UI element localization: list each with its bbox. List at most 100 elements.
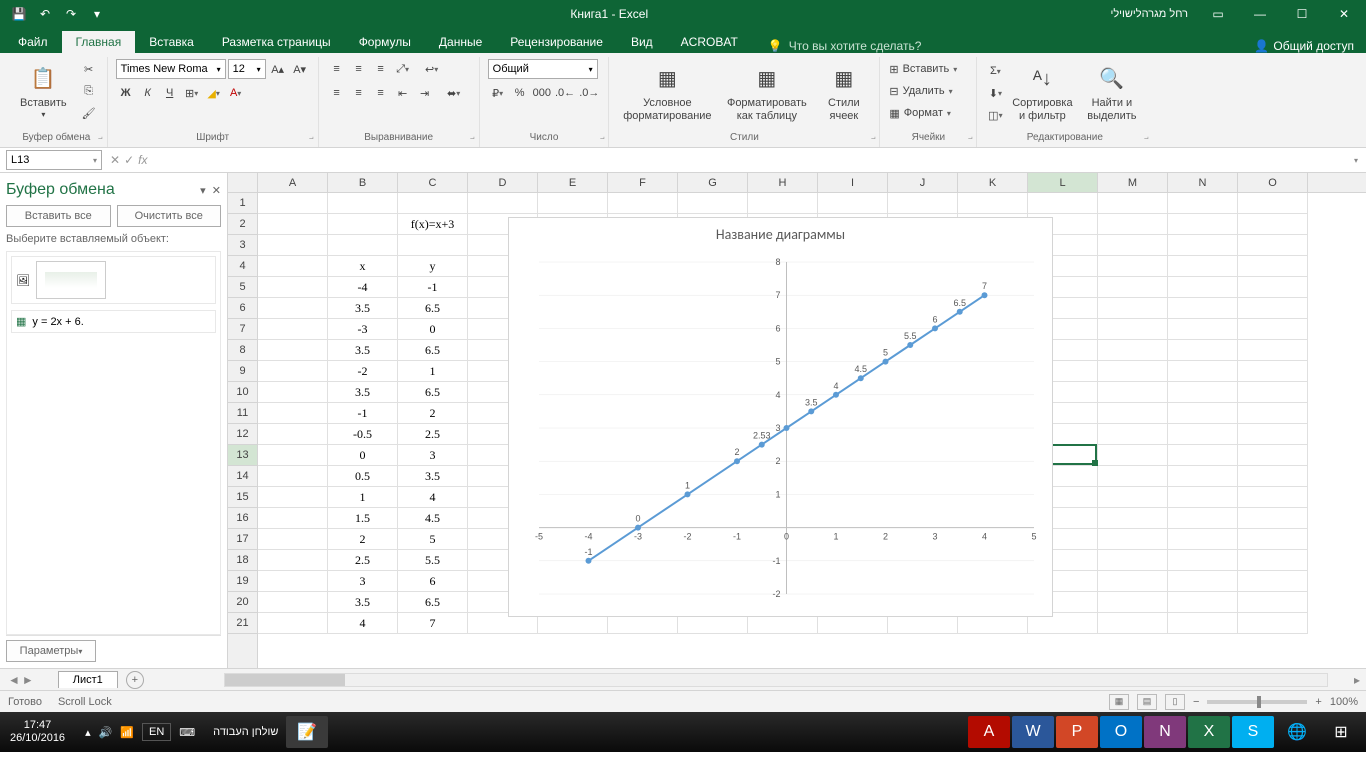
- cell[interactable]: [1238, 550, 1308, 571]
- percent-icon[interactable]: %: [510, 83, 530, 103]
- row-header[interactable]: 12: [228, 424, 257, 445]
- cell[interactable]: [258, 550, 328, 571]
- fill-color-icon[interactable]: ◢: [204, 83, 224, 103]
- cell[interactable]: [1238, 214, 1308, 235]
- column-header[interactable]: E: [538, 173, 608, 192]
- row-header[interactable]: 20: [228, 592, 257, 613]
- network-icon[interactable]: 📶: [120, 726, 134, 739]
- sheet-nav-prev-icon[interactable]: ◄: [8, 673, 20, 687]
- cell[interactable]: [818, 193, 888, 214]
- cell[interactable]: [468, 193, 538, 214]
- cell[interactable]: [678, 193, 748, 214]
- row-header[interactable]: 11: [228, 403, 257, 424]
- row-header[interactable]: 16: [228, 508, 257, 529]
- font-name-combo[interactable]: Times New Roma▾: [116, 59, 226, 79]
- row-header[interactable]: 10: [228, 382, 257, 403]
- cell[interactable]: -4: [328, 277, 398, 298]
- cell[interactable]: [1098, 361, 1168, 382]
- cell[interactable]: 4: [398, 487, 468, 508]
- cell[interactable]: [258, 445, 328, 466]
- fill-icon[interactable]: ⬇: [985, 83, 1005, 103]
- cell[interactable]: 3: [398, 445, 468, 466]
- column-header[interactable]: N: [1168, 173, 1238, 192]
- align-right-icon[interactable]: ≡: [371, 83, 391, 103]
- cell[interactable]: [328, 193, 398, 214]
- tab-review[interactable]: Рецензирование: [496, 31, 617, 53]
- tab-view[interactable]: Вид: [617, 31, 667, 53]
- tab-home[interactable]: Главная: [62, 31, 136, 53]
- cell[interactable]: [1168, 445, 1238, 466]
- cell[interactable]: [1238, 340, 1308, 361]
- cell[interactable]: [1098, 445, 1168, 466]
- cell[interactable]: [258, 256, 328, 277]
- spreadsheet-grid[interactable]: ABCDEFGHIJKLMNO 123456789101112131415161…: [228, 173, 1366, 668]
- cell[interactable]: 2.5: [328, 550, 398, 571]
- cell[interactable]: [1098, 529, 1168, 550]
- horizontal-scrollbar[interactable]: [224, 673, 1328, 687]
- cell[interactable]: [958, 193, 1028, 214]
- align-middle-icon[interactable]: ≡: [349, 59, 369, 79]
- cell[interactable]: [1168, 571, 1238, 592]
- cell[interactable]: [1238, 319, 1308, 340]
- clipboard-item[interactable]: ▦ y = 2x + 6.: [11, 310, 216, 333]
- expand-formula-icon[interactable]: ▾: [1346, 156, 1366, 165]
- decrease-font-icon[interactable]: A▾: [290, 59, 310, 79]
- keyboard-icon[interactable]: ⌨: [179, 726, 195, 739]
- conditional-formatting-button[interactable]: ▦ Условное форматирование: [617, 59, 717, 127]
- column-header[interactable]: B: [328, 173, 398, 192]
- column-header[interactable]: C: [398, 173, 468, 192]
- cell[interactable]: [1098, 508, 1168, 529]
- align-left-icon[interactable]: ≡: [327, 83, 347, 103]
- taskbar-app-word[interactable]: W: [1012, 716, 1054, 748]
- wrap-text-icon[interactable]: ↩: [415, 59, 449, 79]
- cell[interactable]: [1238, 445, 1308, 466]
- cell[interactable]: [1238, 424, 1308, 445]
- tab-page-layout[interactable]: Разметка страницы: [208, 31, 345, 53]
- cell[interactable]: [1098, 550, 1168, 571]
- decrease-decimal-icon[interactable]: .0→: [578, 83, 600, 103]
- zoom-in-icon[interactable]: +: [1315, 696, 1321, 708]
- cell[interactable]: -2: [328, 361, 398, 382]
- zoom-level[interactable]: 100%: [1330, 696, 1358, 708]
- tell-me-search[interactable]: 💡 Что вы хотите сделать?: [768, 39, 922, 53]
- cell[interactable]: [1168, 508, 1238, 529]
- cell[interactable]: [1168, 529, 1238, 550]
- ribbon-options-icon[interactable]: ▭: [1198, 0, 1238, 28]
- taskbar-clock[interactable]: 17:47 26/10/2016: [0, 719, 75, 745]
- cell[interactable]: 3: [328, 571, 398, 592]
- row-header[interactable]: 17: [228, 529, 257, 550]
- italic-icon[interactable]: К: [138, 83, 158, 103]
- cell[interactable]: 3.5: [328, 592, 398, 613]
- taskbar-app-outlook[interactable]: O: [1100, 716, 1142, 748]
- cell[interactable]: [1238, 571, 1308, 592]
- row-header[interactable]: 3: [228, 235, 257, 256]
- cell[interactable]: [398, 193, 468, 214]
- number-format-combo[interactable]: Общий▾: [488, 59, 598, 79]
- taskbar-app-powerpoint[interactable]: P: [1056, 716, 1098, 748]
- cell[interactable]: [1238, 298, 1308, 319]
- cell[interactable]: [1098, 424, 1168, 445]
- tab-data[interactable]: Данные: [425, 31, 496, 53]
- align-top-icon[interactable]: ≡: [327, 59, 347, 79]
- paste-button[interactable]: 📋 Вставить ▾: [14, 59, 73, 124]
- cell[interactable]: [1098, 214, 1168, 235]
- cell[interactable]: [1168, 403, 1238, 424]
- maximize-icon[interactable]: ☐: [1282, 0, 1322, 28]
- cell[interactable]: [1098, 340, 1168, 361]
- cell[interactable]: [1168, 382, 1238, 403]
- minimize-icon[interactable]: —: [1240, 0, 1280, 28]
- font-color-icon[interactable]: A: [226, 83, 246, 103]
- copy-icon[interactable]: ⎘: [79, 81, 99, 101]
- cell[interactable]: x: [328, 256, 398, 277]
- sheet-tab[interactable]: Лист1: [58, 671, 118, 688]
- cell[interactable]: [1098, 382, 1168, 403]
- cell[interactable]: [258, 613, 328, 634]
- cell[interactable]: [258, 529, 328, 550]
- align-bottom-icon[interactable]: ≡: [371, 59, 391, 79]
- cell[interactable]: y: [398, 256, 468, 277]
- increase-decimal-icon[interactable]: .0←: [554, 83, 576, 103]
- cell[interactable]: 6.5: [398, 298, 468, 319]
- row-header[interactable]: 1: [228, 193, 257, 214]
- name-box[interactable]: L13▾: [6, 150, 102, 170]
- cell[interactable]: 1.5: [328, 508, 398, 529]
